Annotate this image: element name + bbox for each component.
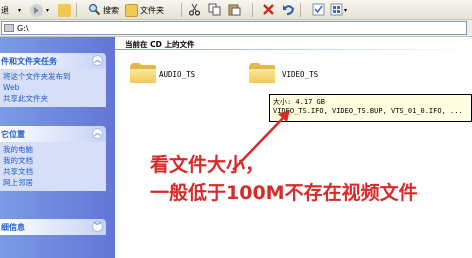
annotation-line-1: 看文件大小， <box>150 154 265 176</box>
annotation-arrow <box>232 110 290 171</box>
annotation-line-2: 一般低于100M不存在视频文件 <box>150 182 418 204</box>
